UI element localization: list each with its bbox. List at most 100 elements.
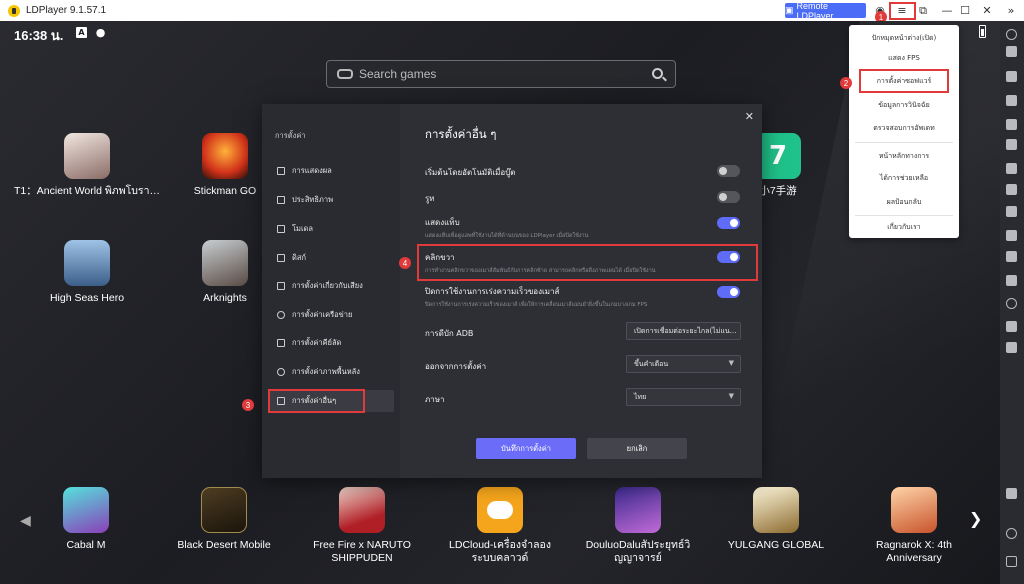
language-select[interactable]: ไทย ▼ — [626, 388, 741, 406]
more-icon[interactable] — [1006, 342, 1017, 353]
app-label: Cabal M — [66, 539, 106, 551]
app-label-line2: ระบบคลาวด์ — [471, 552, 529, 564]
nav-label: ประสิทธิภาพ — [292, 195, 334, 204]
settings-sidebar-title: การตั้งค่า — [275, 131, 306, 140]
minimize-icon[interactable]: — — [939, 3, 955, 18]
app-douluodalu[interactable]: DouluoDaluสัประยุทธ์วิ ญญาจารย์ — [563, 487, 713, 565]
app-black-desert-mobile[interactable]: Black Desert Mobile — [149, 487, 299, 552]
autostart-toggle[interactable] — [717, 165, 740, 177]
app-yulgang-global[interactable]: YULGANG GLOBAL — [701, 487, 851, 552]
app-high-seas-hero[interactable]: High Seas Hero — [12, 240, 162, 305]
multi-instance-icon[interactable] — [1006, 163, 1017, 174]
nav-performance[interactable]: ประสิทธิภาพ — [268, 189, 394, 211]
shared-folder-icon[interactable] — [1006, 139, 1017, 150]
show-tab-toggle[interactable] — [717, 217, 740, 229]
remote-ldplayer-button[interactable]: ▣ Remote LDPlayer — [785, 1, 866, 21]
app-icon-blackdesert — [201, 487, 247, 533]
language-value: ไทย — [634, 392, 647, 401]
location-icon[interactable] — [1006, 298, 1017, 309]
nav-sound[interactable]: การตั้งค่าเกี่ยวกับเสียง — [268, 275, 394, 297]
toggle-knob — [719, 193, 727, 201]
back-icon[interactable] — [1006, 488, 1017, 499]
exit-settings-select[interactable]: ขึ้นคำเตือน ▼ — [626, 355, 741, 373]
expand-sidebar-icon[interactable]: » — [1003, 3, 1019, 18]
sound-icon — [277, 282, 285, 290]
close-window-icon[interactable]: ✕ — [979, 3, 995, 18]
adb-debug-select[interactable]: เปิดการเชื่อมต่อระยะไกล(ไม่แน… — [626, 322, 741, 340]
menu-item-show-fps[interactable]: แสดง FPS — [849, 48, 959, 68]
adb-debug-label: การดีบัก ADB — [425, 329, 474, 338]
option-mouse-accel-label: ปิดการใช้งานการเร่งความเร็วของเมาส์ — [425, 287, 560, 296]
highlight-menu-button — [889, 2, 916, 20]
volume-icon[interactable] — [1006, 206, 1017, 217]
menu-item-diagnostics[interactable]: ข้อมูลการวินิจฉัย — [849, 95, 959, 115]
toggle-knob — [719, 167, 727, 175]
nav-label: การแสดงผล — [292, 166, 332, 175]
app-ldcloud[interactable]: LDCloud-เครื่องจำลอง ระบบคลาวด์ — [425, 487, 575, 565]
option-root-label: รูท — [425, 194, 435, 203]
network-icon — [277, 311, 285, 319]
search-icon[interactable] — [652, 68, 663, 79]
mouse-accel-toggle[interactable] — [717, 286, 740, 298]
app-icon-arknights — [202, 240, 248, 286]
title-bar: LDPlayer 9.1.57.1 ▣ Remote LDPlayer ◉ ≡ … — [0, 0, 1024, 21]
menu-item-about[interactable]: เกี่ยวกับเรา — [849, 217, 959, 237]
menu-item-feedback[interactable]: ผลป้อนกลับ — [849, 192, 959, 212]
screenshot-icon[interactable] — [1006, 95, 1017, 106]
recent-apps-icon[interactable] — [1006, 556, 1017, 567]
carousel-next-icon[interactable]: ❯ — [969, 509, 982, 528]
cancel-button[interactable]: ยกเลิก — [587, 438, 687, 459]
record-icon[interactable] — [1006, 119, 1017, 130]
save-settings-button[interactable]: บันทึกการตั้งค่า — [476, 438, 576, 459]
home-icon[interactable] — [1006, 528, 1017, 539]
screenshot-window-icon[interactable]: ⧉ — [915, 3, 931, 18]
add-apk-icon[interactable] — [1006, 71, 1017, 82]
settings-sidebar: การตั้งค่า การแสดงผล ประสิทธิภาพ โมเดล ด… — [262, 104, 400, 478]
step-badge-4: 4 — [399, 257, 411, 269]
ldplayer-logo-icon — [8, 4, 20, 17]
video-icon[interactable] — [1006, 230, 1017, 241]
maximize-icon[interactable]: ☐ — [957, 3, 973, 18]
app-ragnarok-x[interactable]: Ragnarok X: 4th Anniversary — [839, 487, 989, 565]
menu-item-get-help[interactable]: ได้การช่วยเหลือ — [849, 168, 959, 188]
settings-dialog: การตั้งค่า การแสดงผล ประสิทธิภาพ โมเดล ด… — [262, 104, 762, 478]
app-label-line2: SHIPPUDEN — [331, 552, 393, 564]
menu-item-check-update[interactable]: ตรวจสอบการอัพเดท — [849, 118, 959, 138]
app-label-line1: LDCloud-เครื่องจำลอง — [449, 539, 551, 551]
search-games-bar[interactable]: Search games — [326, 60, 676, 88]
nav-label: การตั้งค่าเกี่ยวกับเสียง — [292, 281, 363, 290]
nav-shortcuts[interactable]: การตั้งค่าคีย์ลัด — [268, 332, 394, 354]
nav-label: การตั้งค่าเครือข่าย — [292, 310, 353, 319]
notification-a-icon: A — [76, 27, 87, 38]
settings-gear-icon[interactable] — [1006, 29, 1017, 40]
app-icon-cabal — [63, 487, 109, 533]
app-cabal-m[interactable]: Cabal M — [11, 487, 161, 552]
nav-display[interactable]: การแสดงผล — [268, 160, 394, 182]
app-icon-douluo — [615, 487, 661, 533]
app-t1[interactable]: T1：Ancient World พิภพโบรา… — [12, 133, 162, 198]
root-toggle[interactable] — [717, 191, 740, 203]
nav-network[interactable]: การตั้งค่าเครือข่าย — [268, 304, 394, 326]
sync-icon[interactable] — [1006, 184, 1017, 195]
shake-icon[interactable] — [1006, 275, 1017, 286]
nav-label: ดิสก์ — [292, 253, 306, 262]
menu-item-pin-window[interactable]: ปักหมุดหน้าต่าง(เปิด) — [849, 28, 959, 48]
app-label-line1: DouluoDaluสัประยุทธ์วิ — [585, 539, 691, 551]
adb-debug-value: เปิดการเชื่อมต่อระยะไกล(ไม่แน… — [634, 326, 737, 335]
nav-disk[interactable]: ดิสก์ — [268, 247, 394, 269]
app-icon-freefire — [339, 487, 385, 533]
close-icon[interactable]: ✕ — [745, 110, 754, 123]
highlight-software-settings — [859, 69, 949, 93]
nav-model[interactable]: โมเดล — [268, 218, 394, 240]
menu-item-official-home[interactable]: หน้าหลักทางการ — [849, 146, 959, 166]
nav-wallpaper[interactable]: การตั้งค่าภาพพื้นหลัง — [268, 361, 394, 383]
wallpaper-icon — [277, 368, 285, 376]
search-placeholder[interactable]: Search games — [359, 67, 436, 81]
folder-icon[interactable] — [1006, 321, 1017, 332]
operation-record-icon[interactable] — [1006, 251, 1017, 262]
step-badge-2: 2 — [840, 77, 852, 89]
app-label: Black Desert Mobile — [177, 539, 271, 551]
keyboard-mapping-icon[interactable] — [1006, 46, 1017, 57]
option-show-tab-desc: แสดงแท็บเพื่อดูแอพที่ใช้งานได้ที่ด้านบนข… — [425, 233, 589, 239]
app-free-fire-naruto[interactable]: Free Fire x NARUTO SHIPPUDEN — [287, 487, 437, 565]
